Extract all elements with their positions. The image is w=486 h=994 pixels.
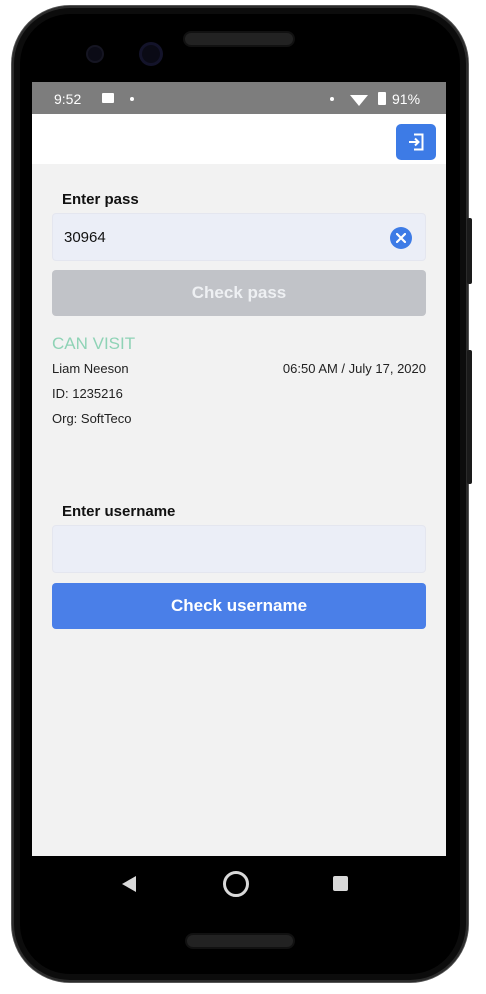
battery-icon: [378, 92, 386, 105]
battery-percent: 91%: [392, 91, 421, 107]
earpiece-speaker: [185, 33, 293, 45]
signal-dot-icon: [330, 97, 334, 101]
logout-icon: [409, 133, 424, 151]
android-nav-bar: [32, 856, 446, 918]
sensor-icon: [88, 47, 102, 61]
pass-input-value: 30964: [64, 229, 106, 246]
wifi-icon: [350, 95, 368, 106]
app-header: [32, 114, 446, 164]
app-screen: 9:52 91% Enter pass 30964 Check pass CAN…: [32, 82, 446, 856]
pass-label: Enter pass: [62, 191, 139, 208]
username-input[interactable]: [52, 525, 426, 573]
visit-datetime: 06:50 AM / July 17, 2020: [282, 361, 426, 376]
visit-status: CAN VISIT: [52, 334, 136, 353]
home-circle-icon[interactable]: [223, 871, 249, 897]
power-button: [467, 218, 472, 284]
volume-button: [467, 350, 472, 484]
logout-button[interactable]: [396, 124, 436, 160]
clear-circle-icon[interactable]: [390, 227, 412, 249]
back-triangle-icon[interactable]: [122, 876, 136, 892]
recents-square-icon[interactable]: [333, 876, 348, 891]
front-camera-icon: [142, 45, 160, 63]
pass-input[interactable]: 30964: [52, 213, 426, 261]
status-bar: 9:52 91%: [32, 82, 446, 114]
bottom-speaker: [187, 935, 293, 947]
visitor-name: Liam Neeson: [52, 361, 129, 376]
notification-dot-icon: [130, 97, 134, 101]
image-notification-icon: [102, 93, 114, 103]
username-label: Enter username: [62, 503, 176, 520]
status-time: 9:52: [54, 91, 82, 107]
x-icon: [396, 233, 406, 243]
visitor-id: ID: 1235216: [52, 386, 123, 401]
check-username-button[interactable]: Check username: [52, 583, 426, 629]
check-pass-button[interactable]: Check pass: [52, 270, 426, 316]
visitor-org: Org: SoftTeco: [52, 411, 132, 426]
